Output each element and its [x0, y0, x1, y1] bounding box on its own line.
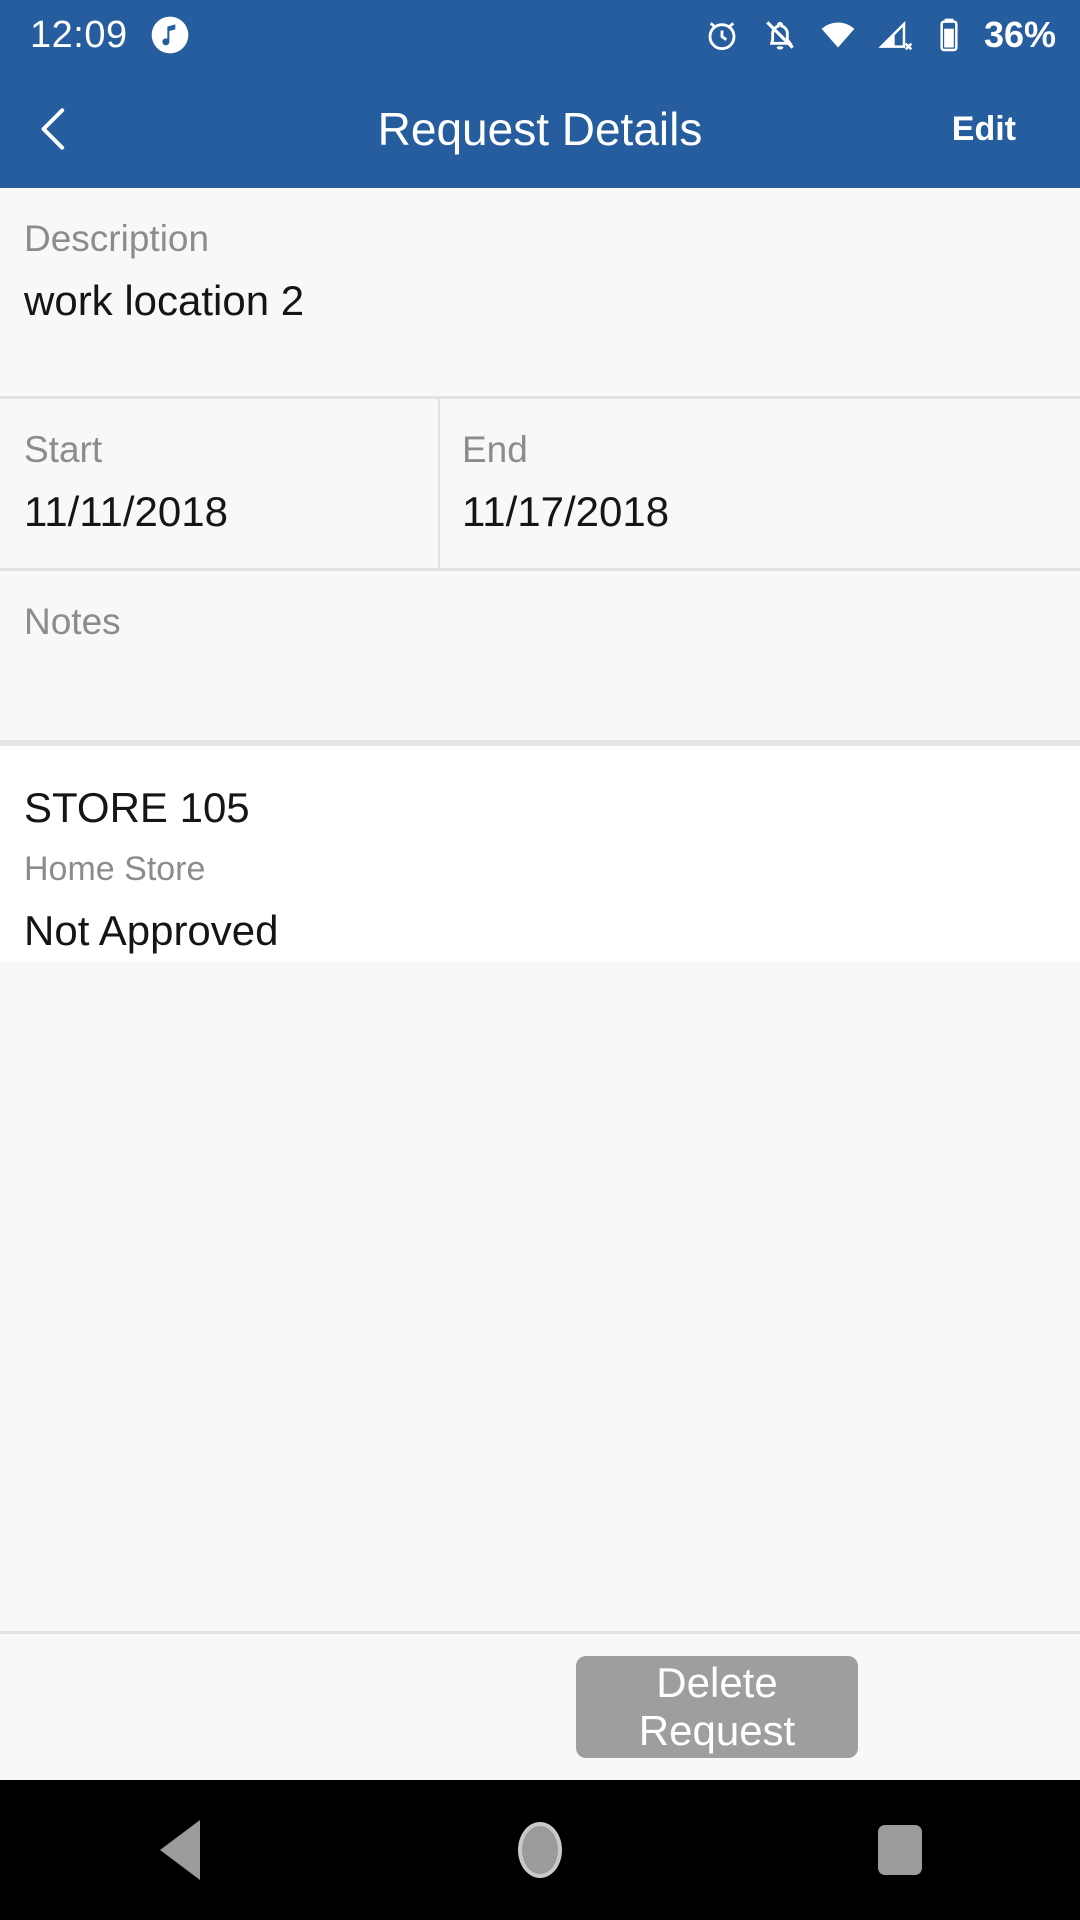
- footer-bar: Delete Request: [0, 1634, 1080, 1780]
- status-bar: 12:09 36%: [0, 0, 1080, 70]
- triangle-back-icon: [160, 1820, 200, 1880]
- description-section[interactable]: Description work location 2: [0, 188, 1080, 398]
- status-bar-clock: 12:09: [30, 13, 128, 56]
- date-range-section: Start 11/11/2018 End 11/17/2018: [0, 399, 1080, 568]
- android-nav-bar: [0, 1780, 1080, 1920]
- chevron-left-icon: [26, 101, 82, 157]
- battery-icon: [934, 15, 964, 55]
- end-label: End: [462, 429, 528, 470]
- end-value: 11/17/2018: [462, 488, 670, 536]
- wifi-icon: [818, 15, 858, 55]
- start-field[interactable]: Start 11/11/2018: [0, 399, 438, 568]
- square-recents-icon: [878, 1825, 922, 1875]
- nav-recents-button[interactable]: [720, 1825, 1080, 1875]
- nav-home-button[interactable]: [360, 1822, 720, 1878]
- app-screen: 12:09 36% Request Details Edit Descripti…: [0, 0, 1080, 1920]
- store-name: STORE 105: [24, 784, 250, 831]
- nav-back-button[interactable]: [0, 1820, 360, 1880]
- battery-percent-label: 36%: [983, 14, 1056, 55]
- cellular-no-service-icon: [876, 15, 916, 55]
- notes-section[interactable]: Notes: [0, 571, 1080, 740]
- page-title: Request Details: [377, 103, 703, 155]
- music-note-icon: [150, 15, 190, 55]
- start-label: Start: [24, 429, 103, 470]
- status-bar-left: 12:09: [30, 14, 190, 57]
- end-field[interactable]: End 11/17/2018: [440, 399, 1080, 568]
- notes-label: Notes: [24, 601, 121, 642]
- store-card[interactable]: STORE 105 Home Store Not Approved: [0, 746, 1080, 962]
- status-bar-right: 36%: [702, 14, 1056, 56]
- description-value: work location 2: [24, 277, 305, 325]
- alarm-clock-icon: [702, 15, 742, 55]
- status-badge: Not Approved: [24, 907, 279, 955]
- store-type-label: Home Store: [24, 849, 206, 888]
- start-value: 11/11/2018: [24, 488, 228, 536]
- notes-field: Notes: [0, 571, 1080, 645]
- content-spacer: [0, 962, 1080, 1633]
- edit-button[interactable]: Edit: [922, 70, 1080, 188]
- delete-request-button[interactable]: Delete Request: [576, 1656, 858, 1758]
- app-header: Request Details Edit: [0, 70, 1080, 188]
- description-label: Description: [24, 218, 210, 259]
- back-button[interactable]: [6, 70, 102, 188]
- circle-home-icon: [518, 1822, 562, 1878]
- description-field: Description work location 2: [0, 188, 1080, 329]
- bell-off-icon: [760, 15, 800, 55]
